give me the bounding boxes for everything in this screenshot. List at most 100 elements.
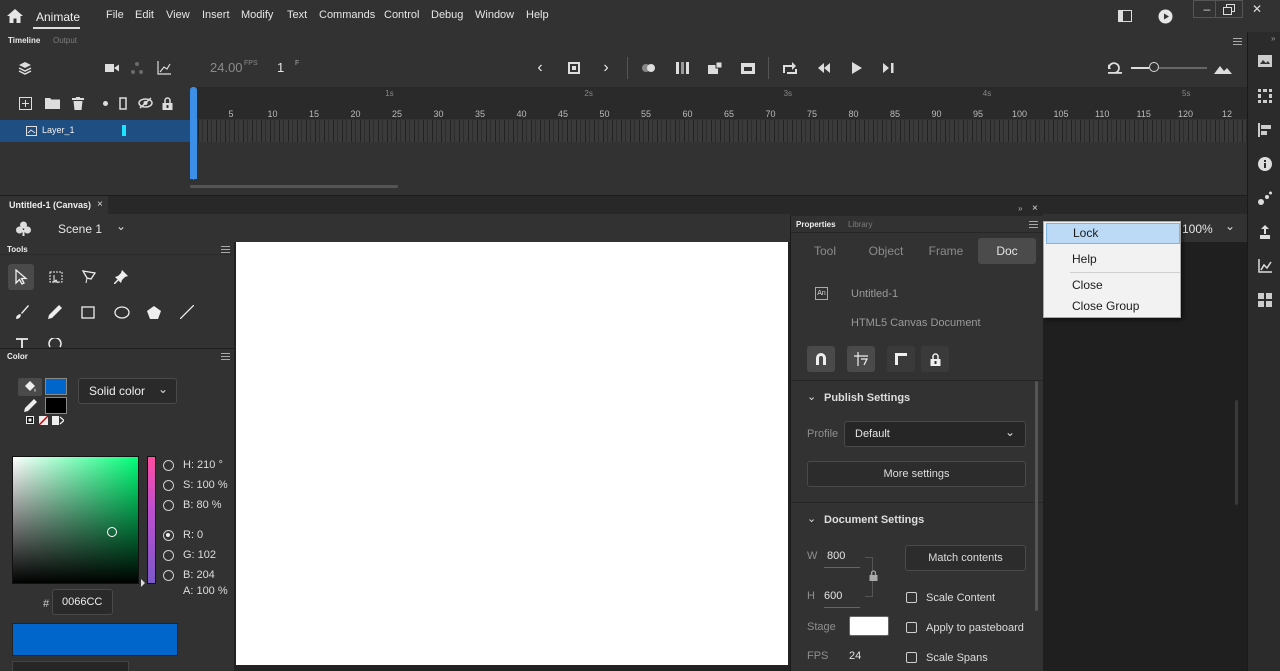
selection-arrow-icon[interactable]	[12, 268, 30, 286]
menu-item-close[interactable]: Close	[1046, 275, 1180, 296]
height-value[interactable]: 600	[824, 590, 842, 602]
insert-keyframe-icon[interactable]	[707, 61, 723, 75]
fps-value-field[interactable]: 24	[849, 650, 861, 662]
subtab-frame[interactable]: Frame	[917, 238, 975, 264]
tab-library[interactable]: Library	[848, 220, 872, 229]
stage-v-scrollbar[interactable]	[1235, 400, 1238, 505]
green-radio[interactable]	[163, 550, 174, 561]
highlight-layers-dot-icon[interactable]	[101, 98, 109, 108]
line-tool-icon[interactable]	[179, 304, 195, 320]
saturation-value[interactable]: S: 100 %	[183, 479, 228, 491]
alpha-value[interactable]: A: 100 %	[183, 585, 228, 597]
menu-view[interactable]: View	[166, 9, 190, 21]
width-value[interactable]: 800	[827, 550, 845, 562]
motion-presets-icon[interactable]	[1257, 190, 1273, 206]
pencil-icon[interactable]	[47, 304, 63, 320]
mountains-icon[interactable]	[1214, 61, 1232, 75]
menu-item-lock[interactable]: Lock	[1046, 223, 1180, 244]
library-grid-icon[interactable]	[1257, 88, 1273, 104]
scale-spans-checkbox[interactable]	[906, 652, 917, 663]
color-panel-menu-icon[interactable]	[221, 353, 230, 360]
blue-value[interactable]: B: 204	[183, 569, 215, 581]
menu-text[interactable]: Text	[287, 9, 307, 21]
match-contents-button[interactable]: Match contents	[905, 545, 1026, 571]
stroke-color-swatch[interactable]	[45, 397, 67, 414]
text-tool-icon[interactable]	[14, 338, 30, 348]
trash-icon[interactable]	[71, 96, 85, 110]
fill-color-swatch[interactable]	[45, 378, 67, 395]
edit-multiple-frames-icon[interactable]	[675, 61, 691, 75]
lasso-icon[interactable]	[80, 269, 98, 285]
align-icon[interactable]	[1257, 122, 1273, 138]
menu-modify[interactable]: Modify	[241, 9, 273, 21]
menu-window[interactable]: Window	[475, 9, 514, 21]
zoom-chevron-down-icon[interactable]: ⌄	[1225, 219, 1235, 233]
chart-icon[interactable]	[1257, 258, 1273, 274]
timeline-h-scrollbar[interactable]	[190, 185, 398, 188]
profile-chevron-down-icon[interactable]: ⌄	[1005, 425, 1015, 439]
menu-file[interactable]: File	[106, 9, 124, 21]
document-tab-label[interactable]: Untitled-1 (Canvas)	[9, 200, 91, 210]
play-icon[interactable]	[849, 61, 865, 75]
frame-cells-row[interactable]	[190, 120, 1247, 142]
zoom-slider-thumb[interactable]	[1149, 62, 1159, 72]
restore-button[interactable]	[1215, 0, 1243, 18]
oval-tool-icon[interactable]	[113, 304, 131, 320]
center-frame-icon[interactable]	[566, 61, 582, 75]
brightness-value[interactable]: B: 80 %	[183, 499, 222, 511]
guides-icon[interactable]	[853, 352, 869, 366]
fill-type-select[interactable]: Solid color ⌄	[78, 378, 177, 404]
saturation-brightness-picker[interactable]	[12, 456, 139, 584]
properties-menu-icon[interactable]	[1029, 221, 1038, 228]
saturation-radio[interactable]	[163, 480, 174, 491]
insert-frame-icon[interactable]	[740, 61, 756, 75]
lock-guides-icon[interactable]	[927, 352, 943, 366]
color-picker-cursor[interactable]	[107, 527, 117, 537]
tab-output[interactable]: Output	[53, 36, 77, 45]
green-value[interactable]: G: 102	[183, 549, 216, 561]
fps-value[interactable]: 24.00	[210, 60, 243, 75]
home-icon[interactable]	[6, 8, 24, 24]
properties-panel-icon[interactable]	[1257, 54, 1273, 68]
folder-icon[interactable]	[44, 96, 60, 110]
stage-color-swatch[interactable]	[849, 616, 889, 636]
hue-slider[interactable]	[147, 456, 156, 584]
tab-timeline[interactable]: Timeline	[8, 36, 40, 45]
menu-debug[interactable]: Debug	[431, 9, 463, 21]
assets-icon[interactable]	[1257, 224, 1273, 240]
components-icon[interactable]	[1257, 292, 1273, 308]
step-forward-icon[interactable]	[881, 61, 897, 75]
hue-value[interactable]: H: 210 °	[183, 459, 223, 471]
default-colors-icon[interactable]	[26, 416, 34, 424]
loop-icon[interactable]	[782, 61, 798, 75]
graph-icon[interactable]	[157, 61, 171, 75]
step-back-icon[interactable]	[816, 61, 832, 75]
workspace-layout-icon[interactable]	[1117, 9, 1133, 23]
rotate-tool-icon[interactable]	[47, 338, 63, 348]
tools-panel-menu-icon[interactable]	[221, 246, 230, 253]
zoom-slider-track[interactable]	[1131, 67, 1149, 69]
tab-properties[interactable]: Properties	[796, 220, 836, 229]
timeline-panel-menu-icon[interactable]	[1233, 38, 1242, 45]
brush-icon[interactable]	[14, 304, 30, 320]
fill-type-chevron-down-icon[interactable]: ⌄	[158, 382, 168, 396]
parenting-icon[interactable]	[130, 61, 144, 75]
menu-item-help[interactable]: Help	[1046, 249, 1180, 270]
swap-colors-icon[interactable]	[52, 416, 64, 425]
menu-item-close-group[interactable]: Close Group	[1046, 296, 1180, 317]
info-icon[interactable]	[1257, 156, 1273, 172]
visibility-hidden-icon[interactable]	[137, 96, 153, 110]
chevron-right-icon[interactable]: ›	[599, 59, 613, 76]
menu-insert[interactable]: Insert	[202, 9, 230, 21]
scene-name[interactable]: Scene 1	[58, 222, 102, 236]
rectangle-tool-icon[interactable]	[80, 304, 96, 320]
document-settings-header[interactable]: Document Settings	[824, 514, 924, 526]
close-tab-icon[interactable]: ×	[97, 199, 103, 210]
test-movie-icon[interactable]	[1157, 8, 1173, 24]
properties-scrollbar[interactable]	[1035, 381, 1038, 611]
publish-settings-header[interactable]: Publish Settings	[824, 392, 910, 404]
hex-input[interactable]: 0066CC	[52, 589, 113, 615]
document-chevron-down-icon[interactable]: ⌄	[807, 512, 816, 525]
chevron-left-icon[interactable]: ‹	[533, 59, 547, 76]
menu-edit[interactable]: Edit	[135, 9, 154, 21]
